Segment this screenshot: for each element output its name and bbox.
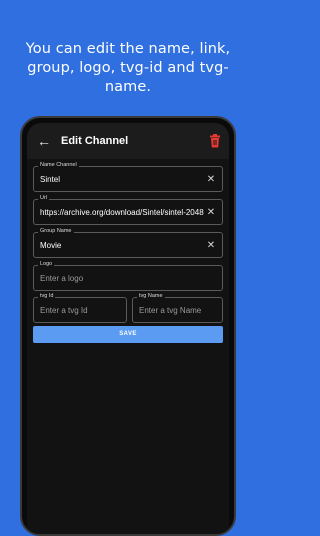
tvg-id-placeholder[interactable]: Enter a tvg Id [40, 305, 108, 316]
field-label: Logo [38, 261, 55, 268]
save-button[interactable]: SAVE [33, 326, 223, 343]
phone-frame: ← Edit Channel Name Channel Sintel ✕ Url… [20, 116, 236, 536]
clear-icon[interactable]: ✕ [206, 240, 216, 251]
url-value[interactable]: https://archive.org/download/Sintel/sint… [40, 207, 204, 218]
field-label: Name Channel [38, 162, 79, 169]
url-field[interactable]: Url https://archive.org/download/Sintel/… [33, 195, 223, 225]
trash-icon[interactable] [209, 134, 221, 148]
app-screen: ← Edit Channel Name Channel Sintel ✕ Url… [27, 123, 229, 534]
tvg-name-field[interactable]: tvg Name Enter a tvg Name [132, 293, 223, 323]
field-label: tvg Id [38, 293, 56, 300]
field-label: Group Name [38, 228, 74, 235]
field-label: tvg Name [137, 293, 165, 300]
arrow-left-icon[interactable]: ← [36, 133, 52, 149]
name-channel-value[interactable]: Sintel [40, 174, 204, 185]
clear-icon[interactable]: ✕ [206, 174, 216, 185]
group-name-value[interactable]: Movie [40, 240, 204, 251]
group-name-field[interactable]: Group Name Movie ✕ [33, 228, 223, 258]
app-bar: ← Edit Channel [27, 123, 229, 159]
field-label: Url [38, 195, 50, 202]
logo-placeholder[interactable]: Enter a logo [40, 273, 204, 284]
name-channel-field[interactable]: Name Channel Sintel ✕ [33, 162, 223, 192]
tvg-id-field[interactable]: tvg Id Enter a tvg Id [33, 293, 127, 323]
clear-icon[interactable]: ✕ [206, 207, 216, 218]
promo-caption: You can edit the name, link, group, logo… [25, 41, 231, 95]
logo-field[interactable]: Logo Enter a logo [33, 261, 223, 291]
tvg-name-placeholder[interactable]: Enter a tvg Name [139, 305, 204, 316]
page-title: Edit Channel [61, 135, 129, 147]
